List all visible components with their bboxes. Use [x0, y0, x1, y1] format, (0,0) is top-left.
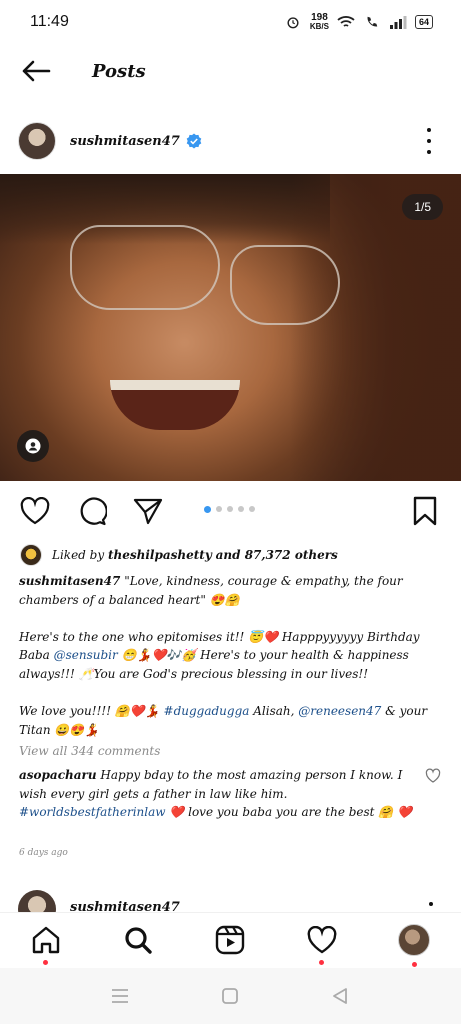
- likes-text: Liked by theshilpashetty and 87,372 othe…: [52, 548, 338, 562]
- carousel-dot: [227, 506, 233, 512]
- comment-like-heart-icon[interactable]: [425, 768, 441, 784]
- author-username[interactable]: sushmitasen47: [70, 134, 180, 149]
- author-avatar[interactable]: [18, 122, 56, 160]
- post-header: sushmitasen47: [0, 118, 461, 164]
- comment-button[interactable]: [76, 495, 108, 527]
- carousel-dot: [216, 506, 222, 512]
- home-icon: [32, 926, 60, 954]
- alarm-icon: [287, 17, 299, 29]
- comment-item: asopacharu Happy bday to the most amazin…: [19, 766, 414, 822]
- comment-username[interactable]: asopacharu: [19, 768, 97, 782]
- save-button[interactable]: [409, 495, 441, 527]
- comment-hashtag-link[interactable]: #worldsbestfatherinlaw: [19, 805, 166, 819]
- notification-dot: [319, 960, 324, 965]
- next-post-more-button[interactable]: [429, 902, 433, 906]
- liker-username[interactable]: theshilpashetty: [108, 548, 212, 562]
- nav-activity[interactable]: [305, 923, 339, 965]
- post-more-button[interactable]: [419, 128, 439, 154]
- square-icon: [222, 988, 238, 1004]
- carousel-dot: [249, 506, 255, 512]
- speed-unit: KB/S: [309, 22, 329, 31]
- nav-search[interactable]: [121, 923, 155, 957]
- next-author-username[interactable]: sushmitasen47: [70, 900, 180, 912]
- status-icons: 198 KB/S 64: [284, 13, 433, 31]
- image-glasses-right: [230, 245, 340, 325]
- status-time: 11:49: [30, 13, 69, 30]
- profile-avatar: [398, 924, 430, 956]
- image-glasses-left: [70, 225, 220, 310]
- back-button[interactable]: [16, 51, 56, 91]
- share-button[interactable]: [132, 495, 164, 527]
- post-caption: sushmitasen47 "Love, kindness, courage &…: [19, 572, 444, 758]
- comment-icon: [80, 497, 107, 526]
- more-dot: [427, 150, 431, 154]
- caption-paragraph-3: We love you!!!! 🤗❤️💃 #duggadugga Alisah,…: [19, 702, 444, 739]
- post-image[interactable]: [0, 174, 461, 481]
- liker-avatar: [20, 544, 42, 566]
- like-button[interactable]: [19, 495, 51, 527]
- image-smile: [110, 380, 240, 430]
- comment-text-b: ❤️ love you baba you are the best 🤗 ❤️: [165, 805, 413, 819]
- caption-text-3b: Alisah,: [249, 704, 299, 719]
- triangle-back-icon: [333, 988, 347, 1004]
- heart-icon: [307, 926, 337, 954]
- verified-badge-icon: [186, 133, 202, 149]
- more-dot: [427, 139, 431, 143]
- next-author-avatar[interactable]: [18, 890, 56, 912]
- call-icon: [367, 16, 378, 27]
- send-icon: [133, 498, 163, 525]
- view-all-comments-link[interactable]: View all 344 comments: [19, 744, 160, 758]
- image-counter-badge: 1/5: [402, 194, 443, 220]
- hashtag-link[interactable]: #duggadugga: [164, 704, 250, 718]
- recent-apps-button[interactable]: [108, 984, 132, 1008]
- tagged-people-button[interactable]: [17, 430, 49, 462]
- likes-summary[interactable]: Liked by theshilpashetty and 87,372 othe…: [20, 544, 338, 566]
- menu-lines-icon: [112, 989, 128, 1003]
- signal-icon: [389, 16, 407, 29]
- battery-indicator: 64: [414, 15, 433, 29]
- bookmark-icon: [413, 496, 437, 526]
- next-post-header: sushmitasen47: [0, 888, 461, 912]
- post-timestamp: 6 days ago: [19, 848, 68, 858]
- network-speed: 198 KB/S: [310, 13, 329, 31]
- system-navigation-bar: [0, 968, 461, 1024]
- home-system-button[interactable]: [218, 984, 242, 1008]
- image-background: [290, 174, 461, 481]
- caption-paragraph-1: sushmitasen47 "Love, kindness, courage &…: [19, 572, 444, 609]
- carousel-dot-active: [204, 505, 211, 513]
- page-title: Posts: [92, 60, 146, 82]
- heart-icon: [20, 497, 50, 525]
- nav-profile[interactable]: [397, 923, 431, 967]
- reels-icon: [215, 925, 245, 955]
- likes-count[interactable]: and 87,372 others: [216, 548, 338, 562]
- notification-dot: [412, 962, 417, 967]
- bottom-navigation: [0, 912, 461, 968]
- carousel-dot: [238, 506, 244, 512]
- mention-link[interactable]: @sensubir: [54, 648, 118, 662]
- top-navigation: Posts: [0, 48, 461, 94]
- more-dot: [427, 128, 431, 132]
- back-system-button[interactable]: [328, 984, 352, 1008]
- nav-home[interactable]: [29, 923, 63, 965]
- person-tag-icon: [25, 438, 41, 454]
- caption-text-3a: We love you!!!! 🤗❤️💃: [19, 704, 164, 719]
- mention-link[interactable]: @reneesen47: [298, 704, 381, 718]
- wifi-icon: [337, 16, 355, 27]
- notification-dot: [43, 960, 48, 965]
- carousel-indicator: [204, 505, 255, 513]
- caption-username[interactable]: sushmitasen47: [19, 574, 120, 588]
- status-bar: 11:49 198 KB/S 64: [0, 0, 461, 44]
- caption-paragraph-2: Here's to the one who epitomises it!! 😇❤…: [19, 628, 444, 684]
- nav-reels[interactable]: [213, 923, 247, 957]
- search-icon: [125, 927, 152, 954]
- arrow-left-icon: [22, 60, 51, 82]
- likes-prefix: Liked by: [52, 548, 105, 562]
